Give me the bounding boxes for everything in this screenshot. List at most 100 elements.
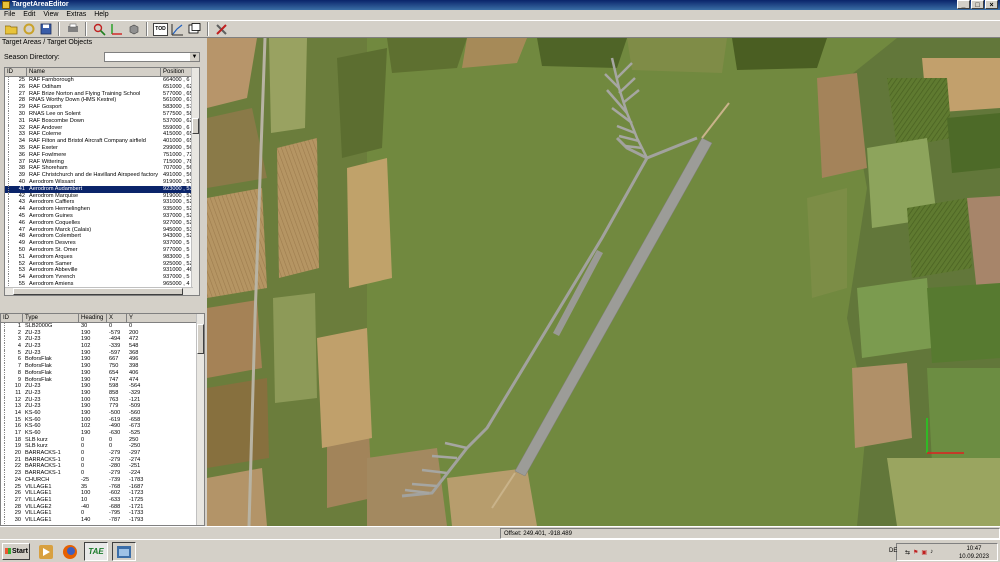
save-icon[interactable] — [38, 22, 53, 37]
table-row[interactable]: 21 BARRACKS-1 0 -279 -274 — [1, 456, 198, 464]
table-row[interactable]: 40 Aerodrom Wissant 919000 , 53 — [5, 178, 193, 186]
column-header-position[interactable]: Position — [161, 68, 193, 77]
volume-icon[interactable]: ♪ — [930, 549, 933, 556]
table-row[interactable]: 34 RAF Filton and Bristol Aircraft Compan… — [5, 138, 193, 145]
column-header-id[interactable]: ID — [5, 68, 27, 77]
table-row[interactable]: 16 KS-60 102 -490 -673 — [1, 423, 198, 430]
table-row[interactable]: 54 Aerodrom Yvrench 937000 , 5 — [5, 274, 193, 281]
table-row[interactable]: 14 KS-60 190 -500 -560 — [1, 409, 198, 417]
search-icon[interactable] — [92, 22, 107, 37]
flag-icon[interactable]: ⚑ — [913, 549, 918, 556]
target-areas-horizontal-scrollbar[interactable] — [5, 287, 193, 295]
axis-icon[interactable] — [109, 22, 124, 37]
open-folder-icon[interactable] — [4, 22, 19, 37]
close-button[interactable]: × — [985, 0, 998, 9]
scrollbar-thumb[interactable] — [197, 324, 204, 354]
table-row[interactable]: 29 RAF Gosport 583000 , 57 — [5, 104, 193, 111]
menu-edit[interactable]: Edit — [23, 10, 35, 20]
table-row[interactable]: 8 BoforsFlak 190 654 406 — [1, 369, 198, 377]
table-row[interactable]: 45 Aerodrom Guines 937000 , 52 — [5, 212, 193, 220]
table-row[interactable]: 31 RAF Boscombe Down 537000 , 62 — [5, 117, 193, 125]
table-row[interactable]: 43 Aerodrom Caffiers 931000 , 52 — [5, 199, 193, 206]
table-row[interactable]: 18 SLB kurz 0 0 250 — [1, 436, 198, 444]
column-header-heading[interactable]: Heading — [79, 314, 107, 323]
column-header-id[interactable]: ID — [1, 314, 23, 323]
table-row[interactable]: 28 RNAS Worthy Down (HMS Kestrel) 561000 ,… — [5, 97, 193, 104]
table-row[interactable]: 41 Aerodrom Audambert 923000 , 53 — [5, 185, 193, 193]
table-row[interactable]: 25 RAF Farnborough 664000 , 6 — [5, 77, 193, 84]
table-row[interactable]: 38 RAF Shoreham 707000 , 56 — [5, 165, 193, 172]
table-row[interactable]: 20 BARRACKS-1 0 -279 -297 — [1, 450, 198, 457]
table-row[interactable]: 5 ZU-23 190 -597 368 — [1, 349, 198, 357]
maximize-button[interactable]: □ — [971, 0, 984, 9]
table-row[interactable]: 25 VILLAGE1 35 -768 -1687 — [1, 483, 198, 491]
tod-icon[interactable]: TOD — [153, 22, 168, 37]
table-row[interactable]: 11 ZU-23 190 858 -329 — [1, 389, 198, 397]
start-button[interactable]: Start — [2, 543, 30, 560]
tools-icon[interactable] — [214, 22, 229, 37]
table-row[interactable]: 27 VILLAGE1 10 -633 -1725 — [1, 496, 198, 504]
table-row[interactable]: 1 SLB2000G 30 0 0 — [1, 323, 198, 330]
table-row[interactable]: 50 Aerodrom St. Omer 977000 , 5 — [5, 246, 193, 254]
table-row[interactable]: 10 ZU-23 190 598 -564 — [1, 383, 198, 390]
graph-icon[interactable] — [170, 22, 185, 37]
table-row[interactable]: 32 RAF Andover 559000 , 6 — [5, 124, 193, 132]
table-row[interactable]: 44 Aerodrom Hermelinghen 935000 , 52 — [5, 206, 193, 213]
table-row[interactable]: 2 ZU-23 190 -579 200 — [1, 329, 198, 337]
menu-extras[interactable]: Extras — [66, 10, 86, 20]
window-icon[interactable] — [187, 22, 202, 37]
table-row[interactable]: 12 ZU-23 100 763 -121 — [1, 396, 198, 404]
table-row[interactable]: 39 RAF Christchurch and de Havilland Airs… — [5, 172, 193, 179]
print-icon[interactable] — [65, 22, 80, 37]
table-row[interactable]: 27 RAF Brize Norton and Flying Training S… — [5, 90, 193, 98]
taskbar-app-button[interactable] — [112, 542, 136, 561]
table-row[interactable]: 33 RAF Colerne 415000 , 65 — [5, 131, 193, 138]
table-row[interactable]: 17 KS-60 190 -630 -525 — [1, 430, 198, 437]
map-viewport[interactable] — [207, 38, 1000, 526]
aerial-map[interactable] — [207, 38, 1000, 526]
scrollbar-thumb[interactable] — [192, 118, 199, 134]
table-row[interactable]: 7 BoforsFlak 190 750 398 — [1, 363, 198, 370]
table-row[interactable]: 30 RNAS Lee on Solent 577500 , 58 — [5, 110, 193, 118]
column-header-name[interactable]: Name — [27, 68, 161, 77]
table-row[interactable]: 28 VILLAGE2 -40 -688 -1721 — [1, 503, 198, 511]
chevron-down-icon[interactable]: ▼ — [190, 53, 199, 61]
minimize-button[interactable]: _ — [957, 0, 970, 9]
table-row[interactable]: 49 Aerodrom Desvres 937000 , 5 — [5, 240, 193, 247]
table-row[interactable]: 30 VILLAGE1 140 -787 -1793 — [1, 516, 198, 524]
cube-icon[interactable] — [126, 22, 141, 37]
season-directory-select[interactable]: ▼ — [104, 52, 200, 62]
pdf-icon[interactable]: ▣ — [921, 549, 927, 556]
column-header-x[interactable]: X — [107, 314, 127, 323]
target-areas-vertical-scrollbar[interactable] — [191, 68, 199, 295]
table-row[interactable]: 29 VILLAGE1 0 -795 -1733 — [1, 510, 198, 517]
table-row[interactable]: 24 CHURCH -25 -739 -1783 — [1, 476, 198, 484]
table-row[interactable]: 36 RAF Fowlmere 751000 , 72 — [5, 151, 193, 159]
table-row[interactable]: 42 Aerodrom Marquise 919000 , 52 — [5, 192, 193, 200]
table-row[interactable]: 19 SLB kurz 0 0 -250 — [1, 443, 198, 450]
refresh-icon[interactable] — [21, 22, 36, 37]
menu-view[interactable]: View — [43, 10, 58, 20]
language-indicator[interactable]: DE — [889, 548, 897, 554]
table-row[interactable]: 35 RAF Exeter 299000 , 56 — [5, 144, 193, 152]
table-row[interactable]: 9 BoforsFlak 190 747 474 — [1, 376, 198, 384]
menu-help[interactable]: Help — [94, 10, 108, 20]
column-header-y[interactable]: Y — [127, 314, 198, 323]
target-objects-vertical-scrollbar[interactable] — [196, 314, 204, 525]
table-row[interactable]: 13 ZU-23 190 779 -509 — [1, 403, 198, 410]
media-player-icon[interactable] — [36, 542, 56, 561]
table-row[interactable]: 37 RAF Wittering 715000 , 78 — [5, 158, 193, 166]
table-row[interactable]: 53 Aerodrom Abbeville 931000 , 46 — [5, 267, 193, 274]
table-row[interactable]: 26 VILLAGE1 100 -602 -1723 — [1, 490, 198, 497]
table-row[interactable]: 3 ZU-23 190 -494 472 — [1, 336, 198, 343]
menu-file[interactable]: File — [4, 10, 15, 20]
table-row[interactable]: 51 Aerodrom Arques 983000 , 5 — [5, 253, 193, 261]
table-row[interactable]: 15 KS-60 100 -619 -658 — [1, 416, 198, 424]
table-row[interactable]: 22 BARRACKS-1 0 -280 -251 — [1, 463, 198, 470]
table-row[interactable]: 23 BARRACKS-1 0 -279 -224 — [1, 470, 198, 477]
table-row[interactable]: 52 Aerodrom Samer 925000 , 52 — [5, 260, 193, 268]
table-row[interactable]: 47 Aerodrom Marck (Calais) 945000 , 53 — [5, 226, 193, 234]
table-row[interactable]: 48 Aerodrom Colembert 943000 , 52 — [5, 233, 193, 240]
firefox-icon[interactable] — [60, 542, 80, 561]
network-icon[interactable]: ⇆ — [905, 549, 910, 556]
